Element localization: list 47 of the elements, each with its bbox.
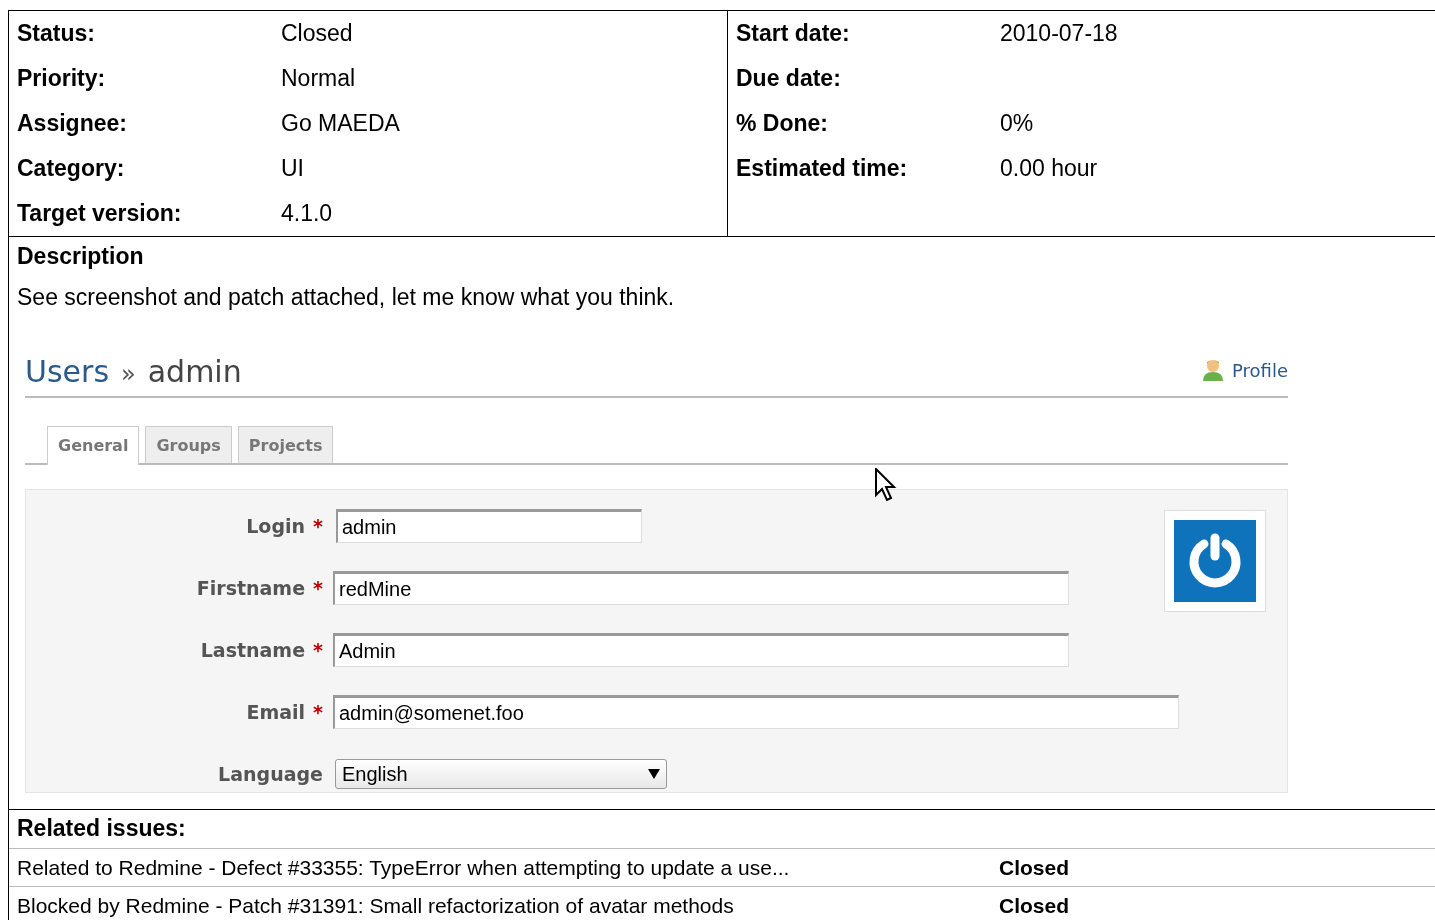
attribute-label: Category: (17, 155, 126, 182)
issue-status: Closed (999, 855, 1070, 880)
attribute-value: 2010-07-18 (1000, 20, 1119, 47)
tab[interactable]: Groups (145, 426, 232, 463)
field-label: Email (246, 701, 306, 723)
attribute-value: 0% (1000, 110, 1035, 137)
field-label: Language (218, 763, 323, 785)
language-dropdown[interactable]: English (335, 759, 667, 789)
section-heading: Description (17, 243, 145, 269)
required-mark: * (313, 515, 323, 537)
issue-link[interactable]: Blocked by Redmine - Patch #31391: Small refactorization of avatar methods (17, 893, 999, 918)
attribute-label: Due date: (736, 65, 842, 92)
tab[interactable]: General (47, 426, 140, 465)
input-field[interactable]: Admin (333, 633, 1069, 667)
required-mark: * (313, 639, 323, 661)
field-label: Lastname (200, 639, 306, 661)
user-icon (1202, 358, 1225, 382)
section-heading: Related issues: (17, 815, 187, 841)
attribute-value: Normal (281, 65, 357, 92)
field-label: Login (246, 515, 306, 537)
dropdown-arrow-icon (648, 769, 660, 779)
page-title: admin (147, 354, 242, 390)
attribute-label: % Done: (736, 110, 829, 137)
attribute-label: Target version: (17, 200, 183, 227)
attribute-label: Estimated time: (736, 155, 909, 182)
breadcrumb-separator: » (121, 359, 136, 390)
required-mark: * (313, 701, 323, 723)
attribute-value: UI (281, 155, 305, 182)
input-field[interactable]: admin (336, 509, 642, 543)
input-field[interactable]: redMine (333, 571, 1069, 605)
attribute-label: Priority: (17, 65, 107, 92)
attribute-label: Status: (17, 20, 96, 47)
attribute-value: Closed (281, 20, 354, 47)
attribute-label: Start date: (736, 20, 851, 47)
description-text: See screenshot and patch attached, let me know what you think. (17, 284, 676, 310)
tab[interactable]: Projects (237, 426, 334, 463)
issue-status: Closed (999, 893, 1070, 918)
required-mark: * (313, 577, 323, 599)
breadcrumb-link[interactable]: Users (25, 354, 109, 390)
attribute-value: Go MAEDA (281, 110, 401, 137)
field-label: Firstname (196, 577, 306, 599)
profile-link[interactable]: Profile (1202, 358, 1288, 382)
issue-link[interactable]: Related to Redmine - Defect #33355: TypeError when attempting to update a use... (17, 855, 999, 880)
attribute-value: 4.1.0 (281, 200, 334, 227)
attribute-value: 0.00 hour (1000, 155, 1099, 182)
attribute-label: Assignee: (17, 110, 128, 137)
input-field[interactable]: admin@somenet.foo (333, 695, 1179, 729)
